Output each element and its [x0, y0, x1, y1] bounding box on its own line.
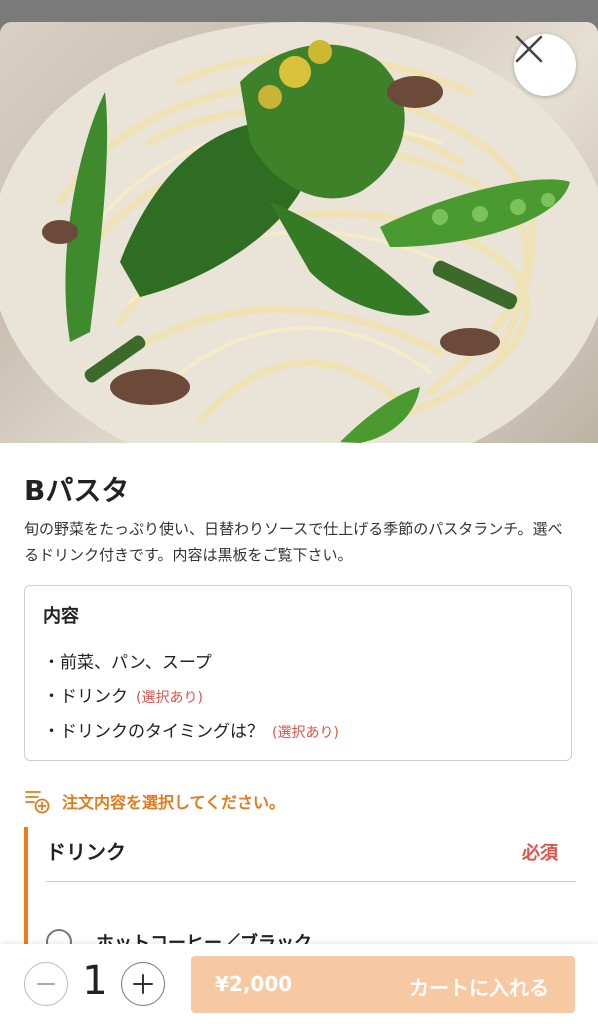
contents-item: ・ドリンク (選択あり) [43, 687, 203, 707]
contents-item: ・前菜、パン、スープ [43, 653, 212, 673]
add-to-cart-button[interactable]: ¥2,000 カートに入れる [191, 956, 575, 1013]
divider [46, 881, 576, 882]
item-description: 旬の野菜をたっぷり使い、日替わりソースで仕上げる季節のパスタランチ。選べるドリン… [24, 520, 563, 564]
list-add-icon [25, 791, 50, 814]
required-badge: 必須 [522, 843, 558, 864]
plus-icon [133, 974, 153, 994]
quantity-increase-button[interactable] [121, 962, 165, 1006]
cart-bar: 1 ¥2,000 カートに入れる [0, 944, 598, 1024]
pasta-illustration [0, 22, 598, 443]
add-to-cart-label: カートに入れる [409, 976, 549, 1000]
quantity-decrease-button[interactable] [24, 962, 68, 1006]
option-group-title: ドリンク [46, 840, 126, 864]
close-icon [515, 35, 543, 63]
item-title: Bパスタ [24, 474, 130, 507]
close-button[interactable] [514, 34, 576, 96]
cart-price: ¥2,000 [215, 972, 293, 996]
selection-note: (選択あり) [272, 725, 339, 741]
contents-item: ・ドリンクのタイミングは？ (選択あり) [43, 722, 339, 742]
quantity-value: 1 [82, 958, 108, 1004]
dish-photo [0, 22, 598, 443]
selection-notice: 注文内容を選択してください。 [24, 788, 285, 814]
contents-box: 内容 ・前菜、パン、スープ ・ドリンク (選択あり) ・ドリンクのタイミングは？(… [24, 585, 572, 761]
notice-text: 注文内容を選択してください。 [62, 793, 286, 812]
contents-list: ・前菜、パン、スープ ・ドリンク (選択あり) ・ドリンクのタイミングは？ (選択あ… [43, 646, 339, 750]
minus-icon [37, 983, 55, 985]
item-detail-sheet: Bパスタ 旬の野菜をたっぷり使い、日替わりソースで仕上げる季節のパスタランチ。選… [0, 22, 598, 1024]
contents-title: 内容 [43, 606, 79, 627]
selection-note: (選択あり) [136, 690, 203, 706]
